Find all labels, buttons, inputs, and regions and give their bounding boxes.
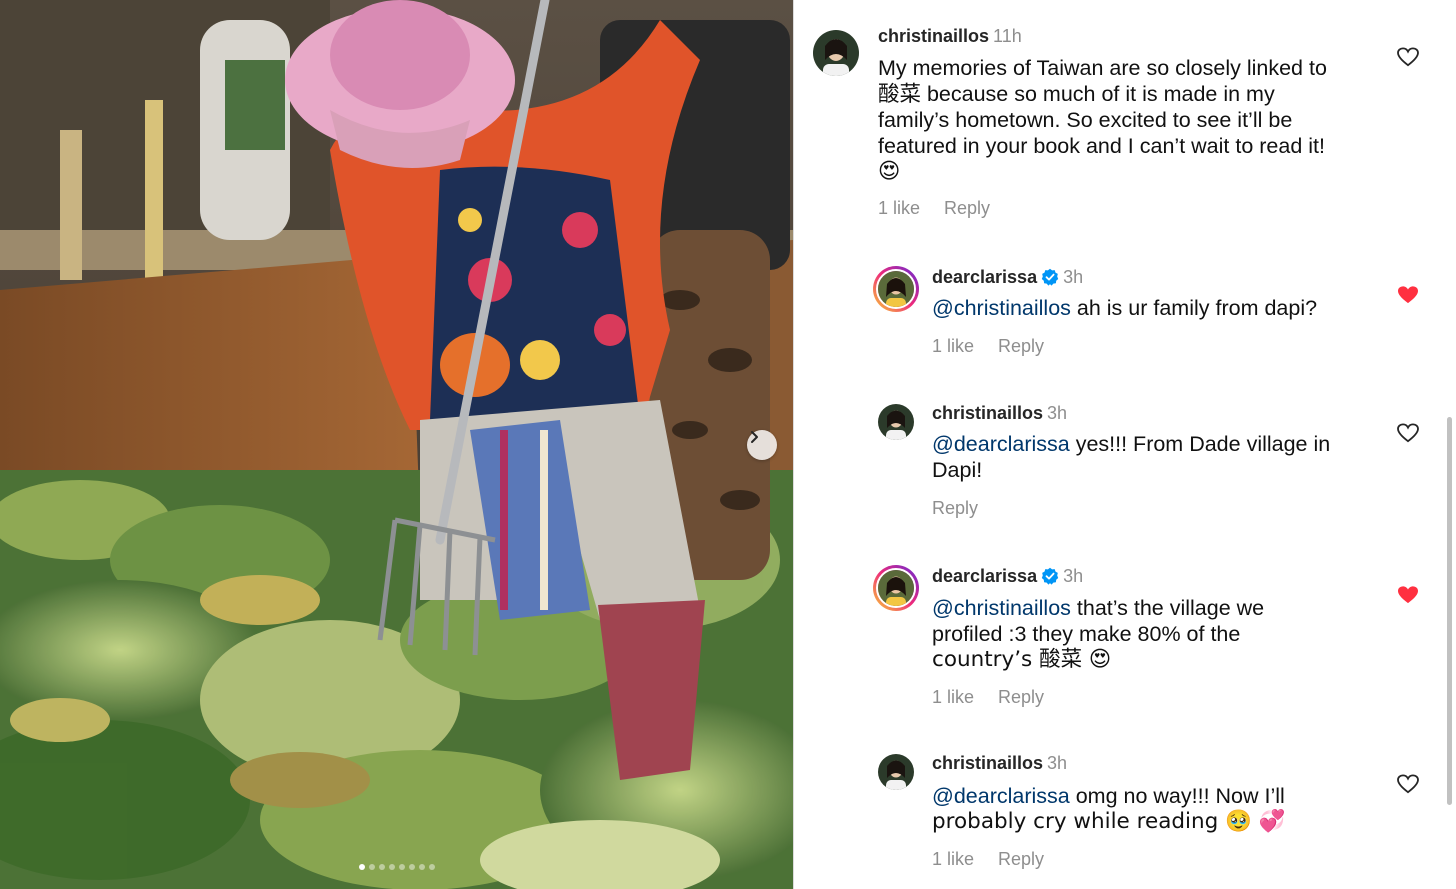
carousel-dot[interactable]: [388, 864, 395, 870]
comment-meta: 1 like Reply: [932, 336, 1068, 357]
carousel-dot[interactable]: [358, 864, 365, 870]
comment-header: dearclarissa 3h: [932, 566, 1083, 587]
username[interactable]: dearclarissa: [932, 566, 1037, 586]
comment: christinaillos 11h My memories of Taiwan …: [794, 0, 1456, 230]
comment-header: christinaillos 3h: [932, 403, 1067, 424]
profile-photo: [878, 271, 914, 307]
profile-photo: [878, 570, 914, 606]
comment-reply: dearclarissa 3h @christinaillos that’s th…: [794, 556, 1456, 716]
comment-header: christinaillos 3h: [932, 753, 1067, 774]
verified-badge-icon: [1041, 268, 1059, 286]
reply-button[interactable]: Reply: [932, 498, 978, 518]
heart-outline-icon[interactable]: [1397, 423, 1419, 443]
avatar[interactable]: [878, 404, 914, 440]
avatar[interactable]: [878, 754, 914, 790]
carousel-dot[interactable]: [428, 864, 435, 870]
comment-meta: 1 like Reply: [878, 198, 1014, 219]
comments-panel[interactable]: christinaillos 11h My memories of Taiwan …: [794, 0, 1456, 889]
likes-count[interactable]: 1 like: [932, 849, 974, 869]
chevron-right-icon: [751, 431, 758, 443]
comment-text: @dearclarissa yes!!! From Dade village i…: [932, 432, 1331, 482]
carousel-dot[interactable]: [408, 864, 415, 870]
profile-photo: [878, 754, 914, 790]
next-slide-button[interactable]: [747, 430, 777, 460]
comment-meta: 1 like Reply: [932, 687, 1068, 708]
carousel-dot[interactable]: [368, 864, 375, 870]
timestamp[interactable]: 3h: [1063, 267, 1083, 287]
comment-text: My memories of Taiwan are so closely lin…: [878, 56, 1327, 184]
timestamp[interactable]: 3h: [1047, 753, 1067, 773]
profile-photo: [878, 404, 914, 440]
comment-reply: dearclarissa 3h @christinaillos ah is ur …: [794, 255, 1456, 365]
comment-reply: christinaillos 3h @dearclarissa omg no wa…: [794, 744, 1456, 884]
heart-filled-icon[interactable]: [1397, 285, 1419, 305]
mention-link[interactable]: @christinaillos: [932, 596, 1071, 620]
comment-text: @dearclarissa omg no way!!! Now I’ll pro…: [932, 784, 1286, 834]
timestamp[interactable]: 11h: [993, 26, 1022, 46]
timestamp[interactable]: 3h: [1063, 566, 1083, 586]
username[interactable]: christinaillos: [932, 403, 1043, 423]
mention-link[interactable]: @dearclarissa: [932, 432, 1070, 456]
likes-count[interactable]: 1 like: [878, 198, 920, 218]
likes-count[interactable]: 1 like: [932, 336, 974, 356]
avatar[interactable]: [873, 266, 919, 312]
likes-count[interactable]: 1 like: [932, 687, 974, 707]
comment-meta: 1 like Reply: [932, 849, 1068, 870]
mention-link[interactable]: @christinaillos: [932, 296, 1071, 320]
comment-text: @christinaillos ah is ur family from dap…: [932, 296, 1318, 320]
comment-header: dearclarissa 3h: [932, 267, 1083, 288]
comment-header: christinaillos 11h: [878, 26, 1022, 47]
post-photo[interactable]: [0, 0, 793, 889]
avatar[interactable]: [873, 565, 919, 611]
carousel-dot[interactable]: [378, 864, 385, 870]
reply-button[interactable]: Reply: [998, 336, 1044, 356]
username[interactable]: christinaillos: [878, 26, 989, 46]
username[interactable]: christinaillos: [932, 753, 1043, 773]
comment-meta: Reply: [932, 498, 1002, 519]
reply-button[interactable]: Reply: [944, 198, 990, 218]
reply-button[interactable]: Reply: [998, 687, 1044, 707]
avatar[interactable]: [813, 30, 859, 76]
heart-outline-icon[interactable]: [1397, 774, 1419, 794]
heart-outline-icon[interactable]: [1397, 47, 1419, 67]
username[interactable]: dearclarissa: [932, 267, 1037, 287]
timestamp[interactable]: 3h: [1047, 403, 1067, 423]
mention-link[interactable]: @dearclarissa: [932, 784, 1070, 808]
farm-worker-photo: [0, 0, 793, 889]
comment-reply: christinaillos 3h @dearclarissa yes!!! Fr…: [794, 395, 1456, 525]
verified-badge-icon: [1041, 567, 1059, 585]
profile-photo: [813, 30, 859, 76]
carousel-dot[interactable]: [398, 864, 405, 870]
comment-text: @christinaillos that’s the village we pr…: [932, 596, 1265, 672]
scrollbar-thumb[interactable]: [1447, 417, 1452, 805]
carousel-dot[interactable]: [418, 864, 425, 870]
carousel-indicator: [0, 864, 793, 870]
reply-button[interactable]: Reply: [998, 849, 1044, 869]
heart-filled-icon[interactable]: [1397, 585, 1419, 605]
